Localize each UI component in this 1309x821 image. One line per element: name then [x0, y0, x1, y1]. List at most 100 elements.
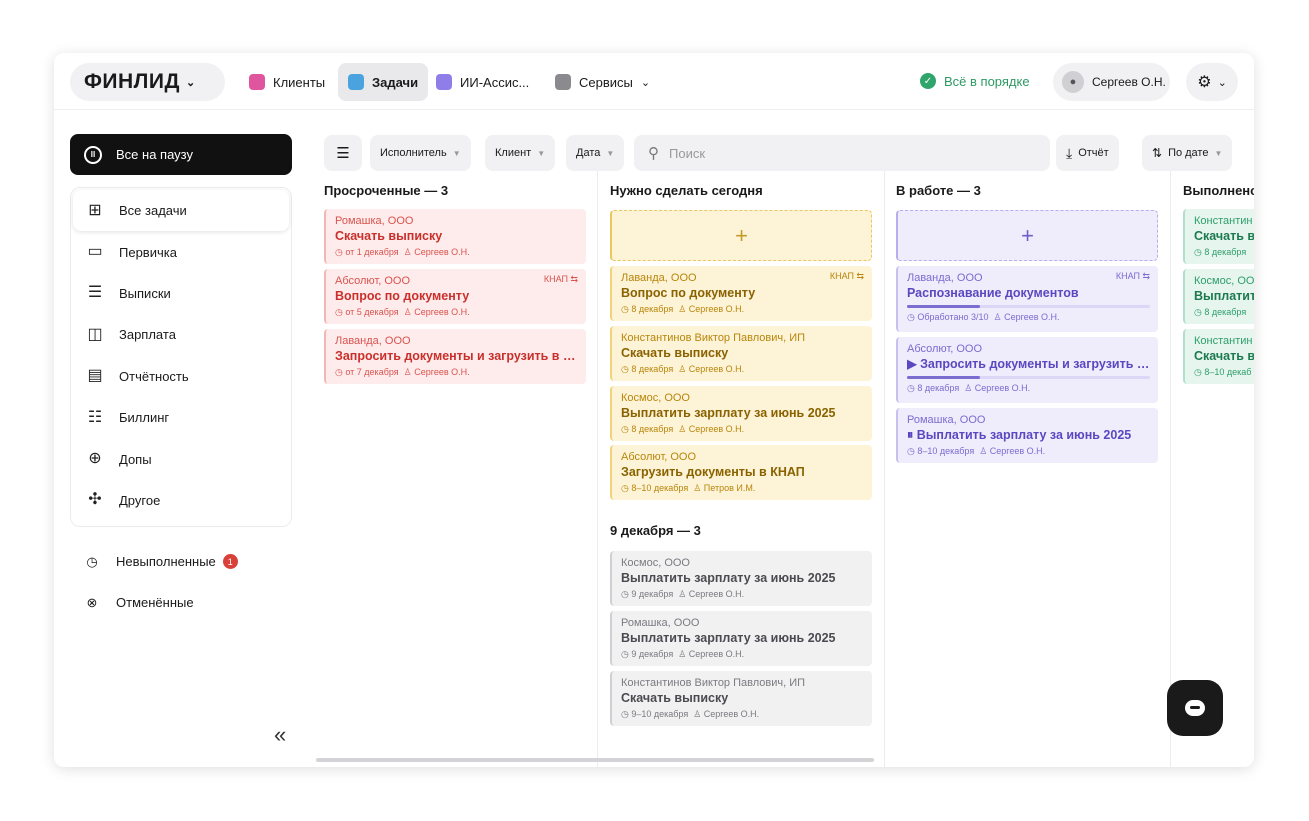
card-person: Сергеев О.Н.	[414, 247, 470, 257]
card-date: от 1 декабря	[345, 247, 399, 257]
card-date: 8 декабря	[631, 304, 674, 314]
horizontal-scrollbar[interactable]	[316, 758, 874, 762]
task-card[interactable]: Ромашка, ООО Скачать выписку ◷ от 1 дека…	[324, 209, 586, 264]
settings-button[interactable]: ⚙ ⌄	[1186, 63, 1238, 101]
collapse-sidebar-icon[interactable]: «	[274, 722, 286, 748]
sidebar-item-reporting[interactable]: ▤ Отчётность	[73, 356, 289, 397]
column-title: Просроченные — 3	[324, 183, 449, 198]
task-card[interactable]: Константинов Виктор Павлович, ИП Скачать…	[610, 671, 872, 726]
task-card[interactable]: Лаванда, ООО КНАП ⇆ Вопрос по документу …	[610, 266, 872, 321]
filter-settings-button[interactable]: ☰	[324, 135, 362, 171]
sort-icon: ⇅	[1152, 146, 1163, 160]
sidebar-item-primary[interactable]: ▭ Первичка	[73, 231, 289, 272]
client-filter[interactable]: Клиент ▼	[485, 135, 556, 171]
task-card[interactable]: Ромашка, ООО ⏸ Выплатить зарплату за июн…	[896, 408, 1158, 463]
task-card[interactable]: Космос, ООО Выплатить зарплату за июнь 2…	[610, 386, 872, 441]
add-task-button[interactable]: +	[610, 210, 872, 261]
chevron-down-icon: ⌄	[185, 76, 196, 89]
task-card[interactable]: Абсолют, ООО ▶ Запросить документы и заг…	[896, 337, 1158, 403]
chat-button[interactable]	[1167, 680, 1223, 736]
sidebar-item-label: Допы	[119, 451, 152, 467]
task-card[interactable]: Космос, ООО Выплатить зарплату за июнь 2…	[610, 551, 872, 606]
tasks-icon	[348, 74, 364, 90]
nav-tasks-label: Задачи	[372, 74, 419, 90]
sidebar-item-other[interactable]: ✣ Другое	[73, 480, 289, 521]
card-date: 8 декабря	[631, 424, 674, 434]
card-person: Сергеев О.Н.	[974, 383, 1031, 393]
nav-clients-label: Клиенты	[273, 74, 326, 90]
executor-filter[interactable]: Исполнитель ▼	[370, 135, 471, 171]
task-card[interactable]: Абсолют, ООО Загрузить документы в КНАП …	[610, 445, 872, 500]
card-tag-label: КНАП	[543, 274, 568, 284]
card-title: ▶ Запросить документы и загрузить в...	[907, 357, 1150, 371]
task-card[interactable]: Константинов Виктор Павлович, ИП Скачать…	[610, 326, 872, 381]
card-meta: ◷ Обработано 3/10 ♙ Сергеев О.Н.	[907, 312, 1060, 322]
sidebar-item-cancelled[interactable]: ⊗ Отменённые	[70, 582, 292, 623]
sidebar-item-salary[interactable]: ◫ Зарплата	[73, 314, 289, 355]
user-name: Сергеев О.Н.	[1092, 75, 1166, 89]
card-meta: ◷ 9 декабря ♙ Сергеев О.Н.	[621, 589, 745, 599]
document-icon: ▭	[87, 243, 103, 261]
pause-all-button[interactable]: II Все на паузу	[70, 134, 292, 175]
task-card[interactable]: Лаванда, ООО КНАП ⇆ Распознавание докуме…	[896, 266, 1158, 332]
card-meta: ◷ 8 декабря ♙ Сергеев О.Н.	[621, 304, 745, 314]
plus-icon: +	[1021, 222, 1034, 248]
card-person: Сергеев О.Н.	[688, 364, 745, 374]
progress-fill	[907, 376, 980, 379]
task-card[interactable]: Лаванда, ООО Запросить документы и загру…	[324, 329, 586, 384]
group-title: 9 декабря — 3	[610, 523, 701, 538]
report-label: Отчёт	[1078, 147, 1109, 159]
card-client: Космос, ООО	[621, 392, 690, 404]
card-title: Выплатить зарплату за июнь 2025	[621, 406, 836, 420]
user-menu[interactable]: ● Сергеев О.Н.	[1053, 63, 1170, 101]
search-input[interactable]: ⚲ Поиск	[634, 135, 1050, 171]
sidebar-item-extras[interactable]: ⊕ Допы	[73, 438, 289, 479]
report-button[interactable]: ⤓ Отчёт	[1056, 135, 1119, 171]
card-client: Константинов Виктор Павлович, ИП	[621, 677, 806, 689]
card-tag-label: КНАП	[829, 271, 854, 281]
card-client: Космос, ОО	[1194, 275, 1254, 287]
sidebar-item-statements[interactable]: ☰ Выписки	[73, 273, 289, 314]
card-tag-label: КНАП	[1115, 271, 1140, 281]
card-date: 8–10 декабря	[631, 483, 689, 493]
task-card[interactable]: Абсолют, ООО КНАП ⇆ Вопрос по документу …	[324, 269, 586, 324]
sidebar-item-undone[interactable]: ◷ Невыполненные 1	[70, 541, 292, 582]
task-card[interactable]: Ромашка, ООО Выплатить зарплату за июнь …	[610, 611, 872, 666]
card-person: Сергеев О.Н.	[414, 307, 470, 317]
status-indicator[interactable]: ✓ Всё в порядке	[920, 73, 1030, 89]
check-icon: ✓	[920, 73, 936, 89]
sidebar-menu: ⊞ Все задачи ▭ Первичка ☰ Выписки ◫ Зарплата…	[70, 187, 292, 528]
date-label: Дата	[576, 147, 601, 159]
column-divider	[884, 171, 885, 767]
task-card[interactable]: Константин Скачать вы ◷ 8–10 декаб	[1183, 329, 1254, 384]
card-client: Константин	[1194, 335, 1253, 347]
card-person: Сергеев О.Н.	[703, 709, 760, 719]
task-card[interactable]: Константин Скачать вы ◷ 8 декабря	[1183, 209, 1254, 264]
add-task-button[interactable]: +	[896, 210, 1158, 261]
card-title: Выплатить	[1194, 289, 1254, 303]
date-filter[interactable]: Дата ▼	[566, 135, 625, 171]
card-title: Скачать вы	[1194, 229, 1254, 243]
top-bar: ФИНЛИД ⌄ Клиенты Задачи ИИ-Ассис... Серв…	[54, 53, 1254, 110]
progress-fill	[907, 305, 980, 308]
nav-clients[interactable]: Клиенты	[239, 63, 335, 101]
sidebar-item-all-tasks[interactable]: ⊞ Все задачи	[73, 190, 289, 232]
nav-services[interactable]: Сервисы ⌄	[545, 63, 660, 101]
sidebar-item-billing[interactable]: ☷ Биллинг	[73, 397, 289, 438]
nav-services-label: Сервисы	[579, 74, 633, 90]
task-card[interactable]: Космос, ОО Выплатить ◷ 8 декабря	[1183, 269, 1254, 324]
card-client: Ромашка, ООО	[907, 414, 986, 426]
column-title: Выполнено	[1183, 183, 1254, 198]
nav-tasks[interactable]: Задачи	[338, 63, 429, 101]
card-client: Ромашка, ООО	[621, 617, 700, 629]
card-meta: ◷ 8 декабря	[1194, 247, 1247, 257]
card-title: Распознавание документов	[907, 286, 1079, 300]
chevron-down-icon: ⌄	[640, 76, 651, 89]
nav-ai-assistant[interactable]: ИИ-Ассис...	[426, 63, 539, 101]
logo-menu[interactable]: ФИНЛИД ⌄	[70, 63, 225, 101]
card-date: 8 декабря	[1204, 247, 1247, 257]
card-date: 9 декабря	[631, 649, 674, 659]
count-badge: 1	[222, 554, 238, 570]
sort-button[interactable]: ⇅ По дате ▼	[1142, 135, 1233, 171]
client-label: Клиент	[495, 147, 532, 159]
